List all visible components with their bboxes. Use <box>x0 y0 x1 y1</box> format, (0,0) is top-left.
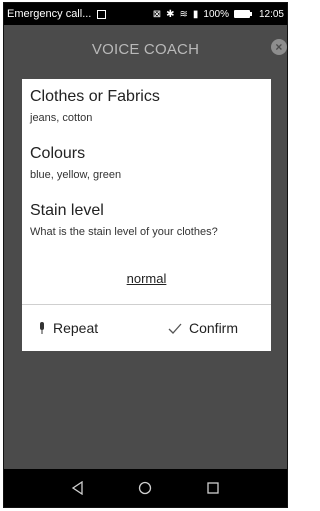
navigation-bar <box>4 469 287 507</box>
battery-percent: 100% <box>203 8 229 20</box>
section-subtitle: jeans, cotton <box>30 112 93 124</box>
section-stain-level: Stain level What is the stain level of y… <box>30 202 265 238</box>
section-title: Colours <box>30 145 86 162</box>
voice-coach-card: Clothes or Fabrics jeans, cotton Colours… <box>22 79 271 351</box>
app-title: VOICE COACH <box>91 40 200 58</box>
phone-screen: Emergency call... ⊠ ✱ ≋ ▮ 100% 12:05 VOI… <box>3 2 288 508</box>
nfc-icon: ⊠ <box>152 8 162 20</box>
section-subtitle: What is the stain level of your clothes? <box>30 226 218 238</box>
section-colours: Colours blue, yellow, green <box>30 145 265 181</box>
confirm-button[interactable]: Confirm <box>168 320 238 336</box>
back-icon[interactable] <box>68 478 88 498</box>
confirm-label: Confirm <box>189 320 239 336</box>
selected-stain-level-link[interactable]: normal <box>22 271 271 286</box>
repeat-label: Repeat <box>53 320 99 336</box>
sim-icon <box>97 9 107 19</box>
close-icon[interactable]: × <box>271 39 287 55</box>
section-title: Clothes or Fabrics <box>30 88 160 105</box>
battery-icon <box>233 10 252 18</box>
signal-icon: ▮ <box>192 8 199 20</box>
app-header: VOICE COACH × <box>4 25 287 73</box>
repeat-button[interactable]: Repeat <box>38 320 98 336</box>
section-subtitle: blue, yellow, green <box>30 169 122 181</box>
home-icon[interactable] <box>135 478 155 498</box>
status-bar: Emergency call... ⊠ ✱ ≋ ▮ 100% 12:05 <box>4 3 287 25</box>
action-bar: Repeat Confirm <box>22 305 271 351</box>
clock: 12:05 <box>258 8 284 20</box>
section-title: Stain level <box>30 202 104 219</box>
wifi-icon: ≋ <box>179 8 188 20</box>
status-icons: ⊠ ✱ ≋ ▮ 100% 12:05 <box>153 9 284 20</box>
bluetooth-icon: ✱ <box>166 8 175 20</box>
carrier-text: Emergency call... <box>7 8 92 20</box>
microphone-icon <box>40 322 44 334</box>
check-icon <box>168 323 182 334</box>
recents-icon[interactable] <box>203 478 223 498</box>
section-clothes: Clothes or Fabrics jeans, cotton <box>30 88 265 124</box>
